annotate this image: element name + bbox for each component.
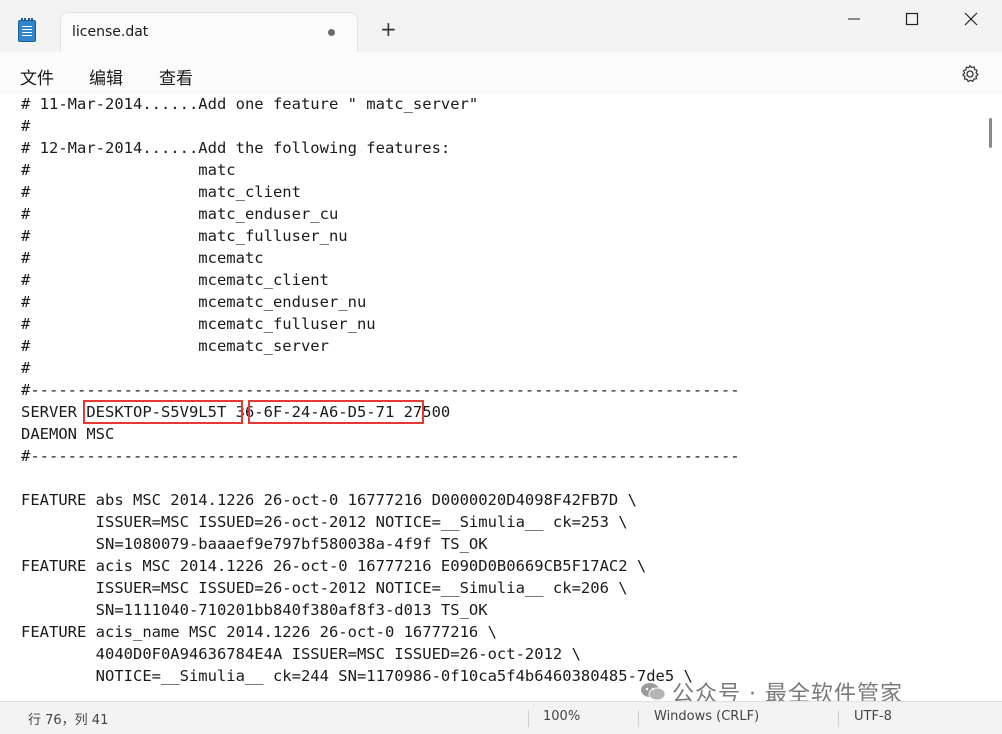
status-divider bbox=[528, 710, 529, 727]
scrollbar-thumb[interactable] bbox=[989, 118, 992, 148]
zoom-level[interactable]: 100% bbox=[543, 709, 580, 724]
editor-line: SN=1080079-baaaef9e797bf580038a-4f9f TS_… bbox=[21, 535, 488, 553]
editor-line: # mcematc_client bbox=[21, 271, 329, 289]
editor-line: # 11-Mar-2014......Add one feature " mat… bbox=[21, 95, 479, 113]
editor-line: ISSUER=MSC ISSUED=26-oct-2012 NOTICE=__S… bbox=[21, 513, 628, 531]
editor-line: # 12-Mar-2014......Add the following fea… bbox=[21, 139, 451, 157]
editor-line: # bbox=[21, 117, 31, 135]
title-bar: license.dat + bbox=[0, 0, 1002, 52]
menu-bar: 文件 编辑 查看 bbox=[0, 52, 1002, 95]
editor-line: 4040D0F0A94636784E4A ISSUER=MSC ISSUED=2… bbox=[21, 645, 581, 663]
editor-line: ISSUER=MSC ISSUED=26-oct-2012 NOTICE=__S… bbox=[21, 579, 628, 597]
minimize-button[interactable] bbox=[834, 10, 874, 30]
maximize-button[interactable] bbox=[892, 10, 932, 30]
editor-line: #---------------------------------------… bbox=[21, 381, 740, 399]
settings-gear-icon[interactable] bbox=[960, 64, 980, 84]
mac-address-highlight-box bbox=[248, 400, 424, 424]
notepad-app-icon bbox=[18, 18, 36, 42]
unsaved-dot-icon[interactable] bbox=[328, 29, 335, 36]
close-button[interactable] bbox=[951, 10, 991, 30]
encoding[interactable]: UTF-8 bbox=[854, 709, 892, 724]
menu-view[interactable]: 查看 bbox=[159, 64, 193, 89]
editor-line: # matc_enduser_cu bbox=[21, 205, 339, 223]
tab-license-dat[interactable]: license.dat bbox=[60, 12, 358, 52]
editor-line: # matc bbox=[21, 161, 236, 179]
line-ending[interactable]: Windows (CRLF) bbox=[654, 709, 759, 724]
editor-line: # bbox=[21, 359, 31, 377]
status-divider bbox=[838, 710, 839, 727]
status-bar: 行 76，列 41 100% Windows (CRLF) UTF-8 bbox=[0, 701, 1002, 734]
new-tab-button[interactable]: + bbox=[380, 19, 397, 39]
editor-line: FEATURE acis MSC 2014.1226 26-oct-0 1677… bbox=[21, 557, 647, 575]
vertical-scrollbar[interactable] bbox=[986, 102, 992, 697]
editor-line: # matc_fulluser_nu bbox=[21, 227, 348, 245]
status-divider bbox=[638, 710, 639, 727]
text-editor[interactable]: # 11-Mar-2014......Add one feature " mat… bbox=[0, 94, 1002, 701]
editor-line: # mcematc bbox=[21, 249, 264, 267]
cursor-position: 行 76，列 41 bbox=[28, 713, 109, 728]
editor-line: # matc_client bbox=[21, 183, 301, 201]
hostname-highlight-box bbox=[83, 400, 243, 424]
editor-line: # mcematc_fulluser_nu bbox=[21, 315, 376, 333]
editor-line: #---------------------------------------… bbox=[21, 447, 740, 465]
tab-title: license.dat bbox=[72, 24, 149, 40]
close-icon bbox=[964, 12, 978, 26]
menu-edit[interactable]: 编辑 bbox=[89, 64, 123, 89]
maximize-icon bbox=[905, 12, 919, 26]
editor-line: FEATURE abs MSC 2014.1226 26-oct-0 16777… bbox=[21, 491, 637, 509]
editor-line: SN=1111040-710201bb840f380af8f3-d013 TS_… bbox=[21, 601, 488, 619]
editor-line: # mcematc_server bbox=[21, 337, 329, 355]
editor-line: # mcematc_enduser_nu bbox=[21, 293, 367, 311]
minimize-icon bbox=[848, 18, 860, 20]
editor-line: NOTICE=__Simulia__ ck=244 SN=1170986-0f1… bbox=[21, 667, 693, 685]
wechat-logo-icon bbox=[641, 683, 666, 701]
editor-line: FEATURE acis_name MSC 2014.1226 26-oct-0… bbox=[21, 623, 497, 641]
menu-file[interactable]: 文件 bbox=[20, 64, 54, 89]
editor-line: DAEMON MSC bbox=[21, 425, 115, 443]
